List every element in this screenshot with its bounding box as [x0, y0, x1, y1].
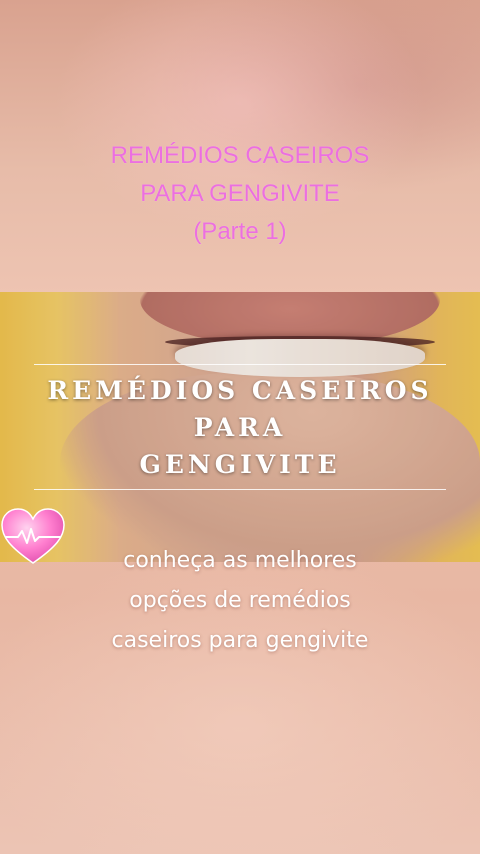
divider-top — [34, 364, 446, 365]
title-line-2: PARA GENGIVITE — [140, 180, 340, 207]
overlay-line-1: REMÉDIOS CASEIROS — [47, 376, 433, 405]
subtitle-text: conheça as melhores opções de remédios c… — [0, 541, 480, 661]
overlay-line-3: GENGIVITE — [139, 450, 341, 479]
subtitle-line-1: conheça as melhores — [123, 548, 357, 573]
subtitle-line-3: caseiros para gengivite — [111, 628, 369, 653]
overlay-line-2: PARA — [193, 413, 287, 442]
photo-overlay-title: REMÉDIOS CASEIROS PARA GENGIVITE — [0, 372, 480, 483]
title-line-3: (Parte 1) — [193, 218, 287, 245]
page-title: REMÉDIOS CASEIROS PARA GENGIVITE (Parte … — [0, 137, 480, 251]
mouth-photo: REMÉDIOS CASEIROS PARA GENGIVITE — [0, 292, 480, 562]
subtitle-line-2: opções de remédios — [129, 588, 351, 613]
divider-bottom — [34, 489, 446, 490]
title-line-1: REMÉDIOS CASEIROS — [110, 142, 370, 169]
